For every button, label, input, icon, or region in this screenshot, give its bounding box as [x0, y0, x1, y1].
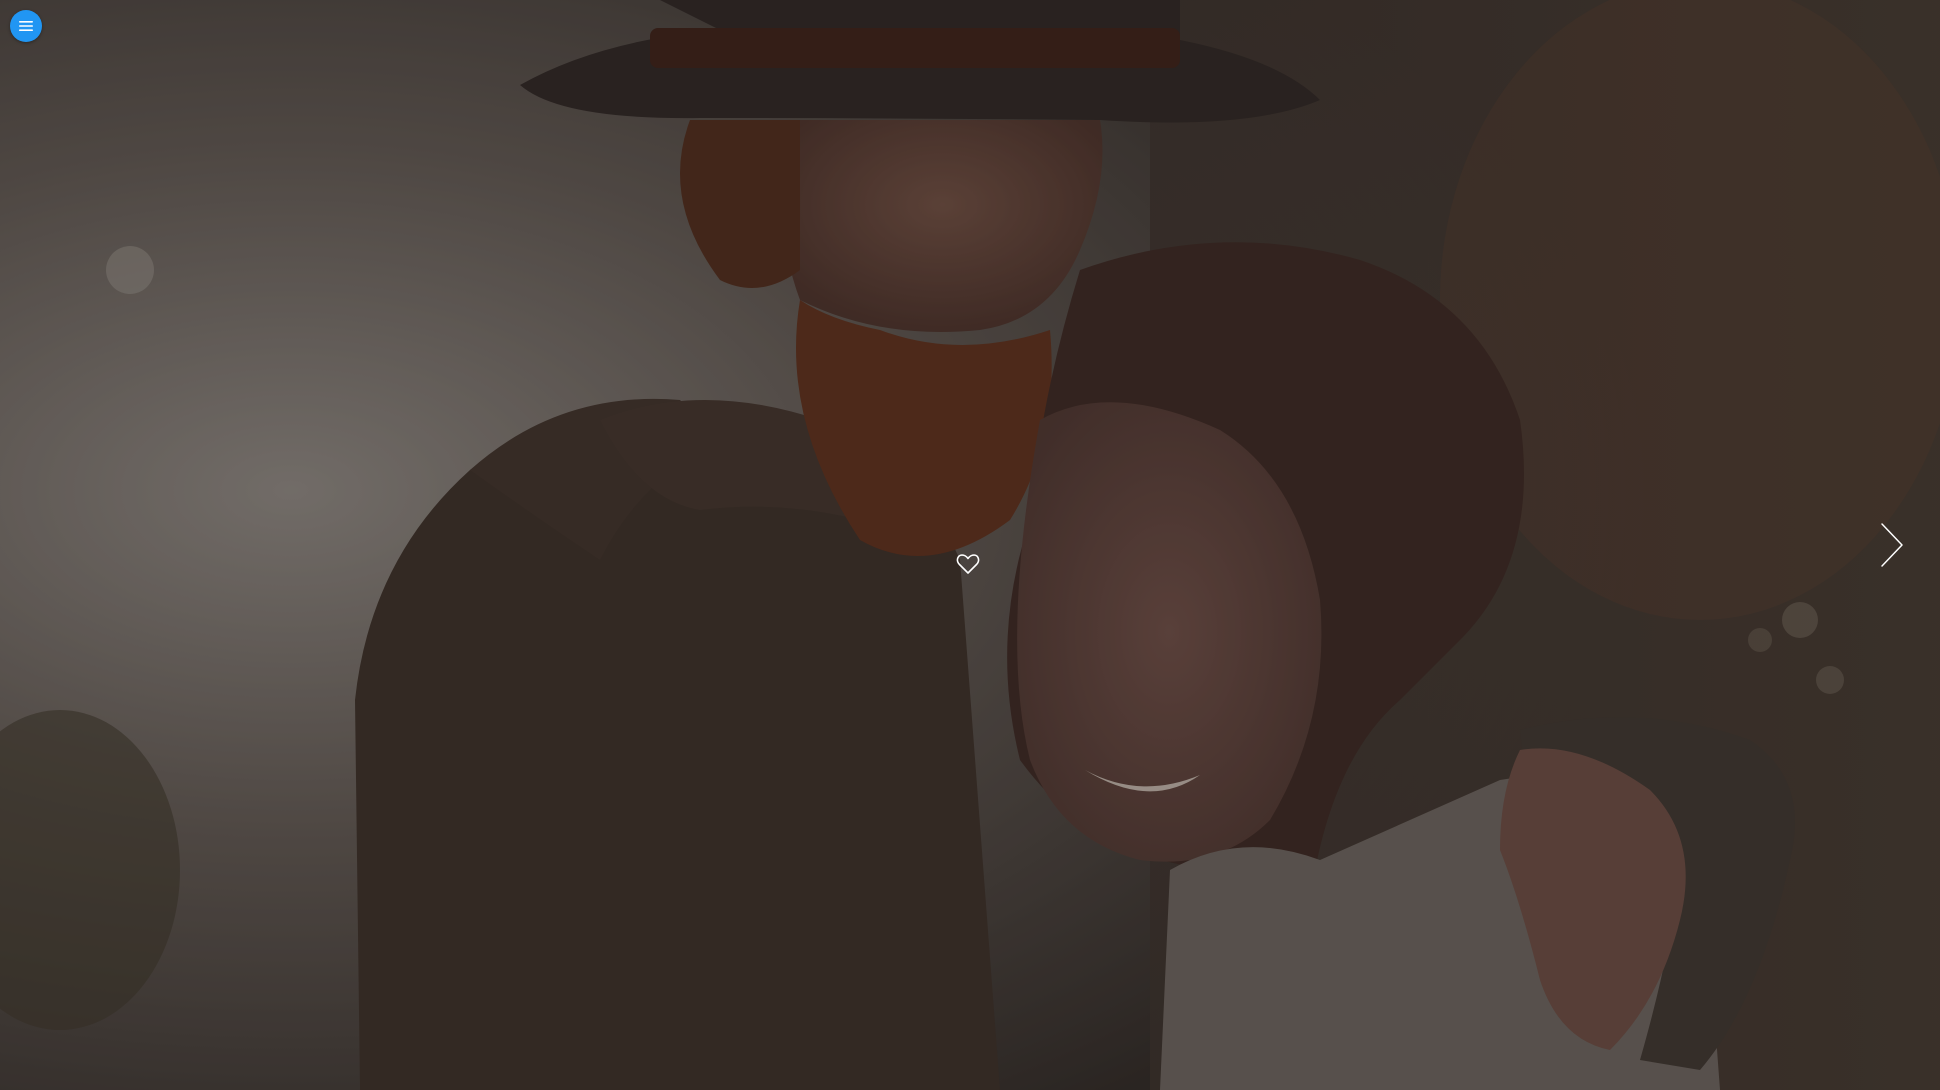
heart-outline-icon [956, 553, 980, 575]
slider-next-arrow[interactable] [1874, 520, 1908, 570]
menu-button[interactable] [10, 10, 42, 42]
hero-dim-overlay [0, 0, 1940, 1090]
chevron-right-icon [1874, 523, 1908, 574]
hamburger-menu-icon [18, 19, 34, 33]
hero-slider [0, 0, 1940, 1090]
